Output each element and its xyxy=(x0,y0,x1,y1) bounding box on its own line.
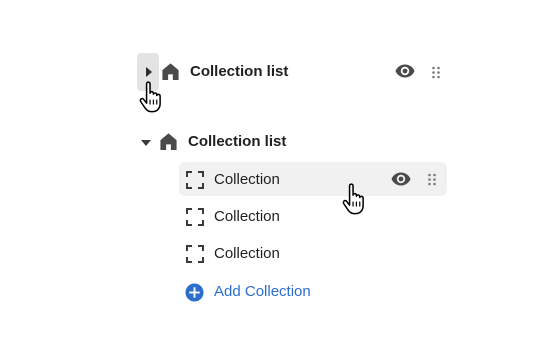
plus-circle-icon xyxy=(185,283,204,302)
block-label: Collection xyxy=(214,208,280,225)
section-title: Collection list xyxy=(188,133,287,150)
hand-pointer-cursor xyxy=(342,183,364,215)
caret-down-icon[interactable] xyxy=(141,140,151,146)
block-label: Collection xyxy=(214,245,280,262)
block-label: Collection xyxy=(214,171,280,188)
add-collection-label: Add Collection xyxy=(214,283,311,300)
section-title: Collection list xyxy=(190,63,289,80)
caret-right-icon xyxy=(146,67,152,77)
hand-pointer-cursor xyxy=(139,81,161,113)
dashed-square-icon xyxy=(186,245,204,263)
house-icon xyxy=(162,63,179,81)
drag-handle-icon[interactable] xyxy=(427,173,437,186)
dashed-square-icon xyxy=(186,171,204,189)
house-icon xyxy=(160,133,177,151)
dashed-square-icon xyxy=(186,208,204,226)
theme-section-tree: Collection list Collection list Collecti… xyxy=(0,0,558,347)
drag-handle-icon[interactable] xyxy=(431,66,441,79)
eye-icon[interactable] xyxy=(395,64,415,78)
eye-icon[interactable] xyxy=(391,172,411,186)
